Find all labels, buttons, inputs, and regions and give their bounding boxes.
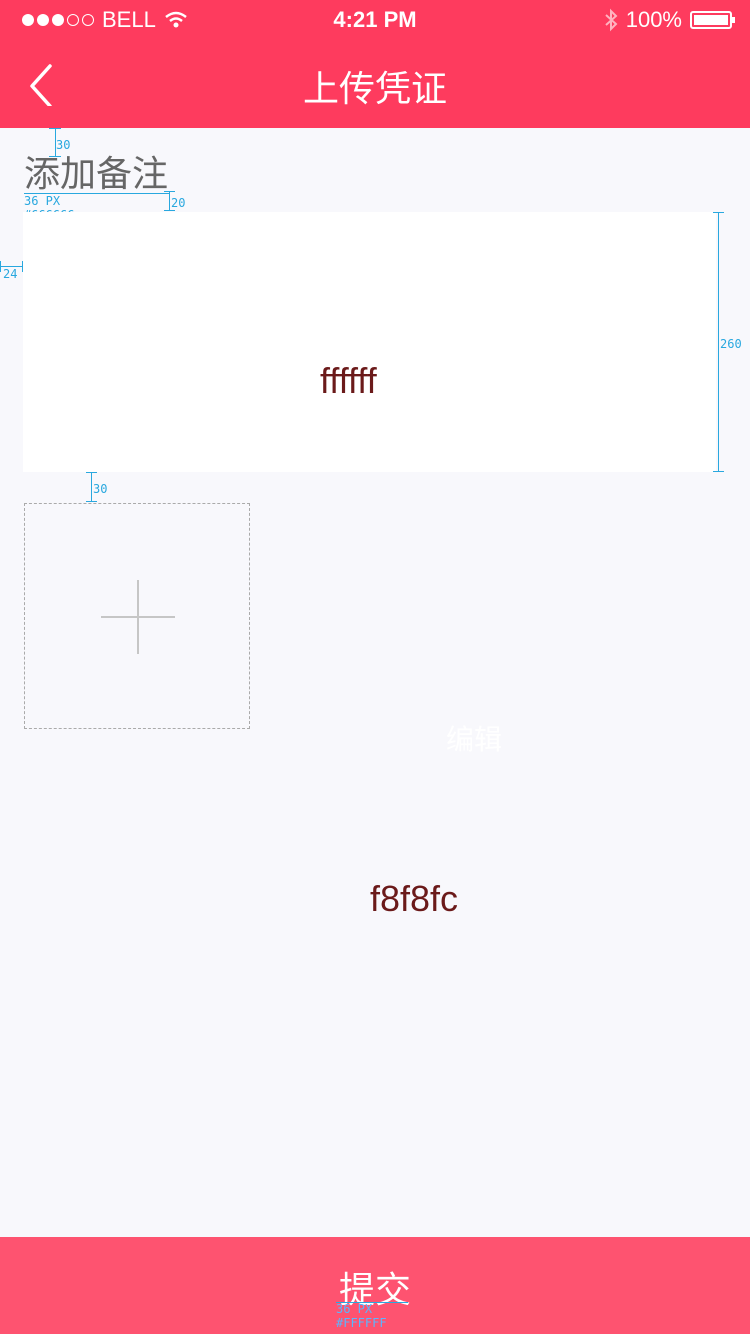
dimension-tick <box>86 501 97 502</box>
annotation-submit-size: 36 PX <box>336 1302 373 1316</box>
annotation-submit-color: #FFFFFF <box>336 1316 387 1330</box>
background-color-note: f8f8fc <box>370 878 459 919</box>
dimension-tick <box>86 472 97 473</box>
status-right: 100% <box>604 7 735 33</box>
annotation-label-gap: 20 <box>171 196 186 210</box>
dimension-tick <box>22 261 23 272</box>
status-bar: BELL 4:21 PM 100% <box>0 0 750 40</box>
dimension-line <box>718 212 719 472</box>
remark-textarea[interactable] <box>23 212 716 472</box>
dimension-tick <box>164 210 175 211</box>
dimension-line <box>91 472 92 502</box>
submit-label: 提交 <box>338 1270 411 1311</box>
annotation-box-height: 260 <box>720 337 742 351</box>
battery-percent: 100% <box>625 7 682 32</box>
dimension-tick <box>713 471 724 472</box>
dimension-tick <box>0 261 1 272</box>
page-title: 上传凭证 <box>302 69 447 110</box>
annotation-label-size: 36 PX <box>24 194 61 208</box>
textbox-color-note: ffffff <box>320 360 377 401</box>
dimension-tick <box>49 128 61 129</box>
annotation-left-margin: 24 <box>3 267 18 281</box>
nav-bar: 上传凭证 <box>0 40 750 128</box>
annotation-top-gap: 30 <box>56 138 71 152</box>
edit-hint: 编辑 <box>446 723 503 756</box>
annotation-upload-gap: 30 <box>93 482 108 496</box>
bluetooth-icon <box>605 8 618 32</box>
remark-label: 添加备注 <box>24 154 169 195</box>
dimension-tick <box>164 191 175 192</box>
dimension-tick <box>713 212 724 213</box>
dimension-line <box>169 191 170 211</box>
battery-icon <box>690 11 735 29</box>
add-photo-button[interactable] <box>24 503 250 729</box>
